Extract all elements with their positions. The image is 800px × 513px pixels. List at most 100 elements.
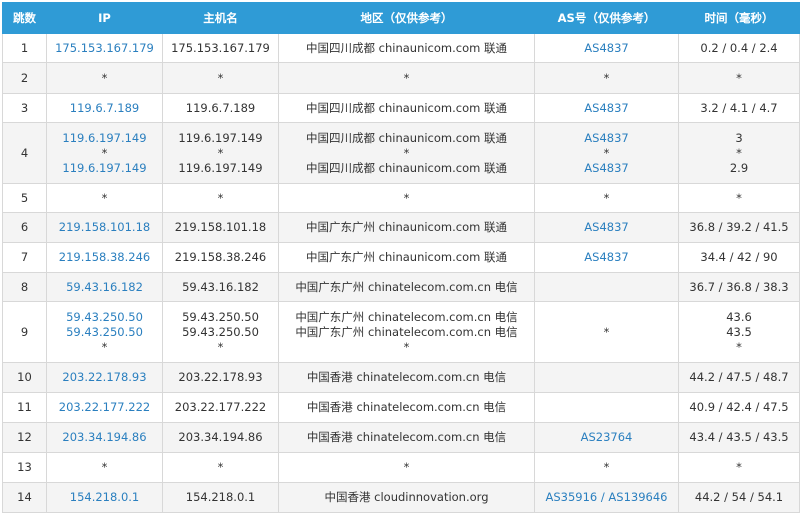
region-text-cell: 中国广东广州 chinaunicom.com 联通: [278, 212, 535, 243]
region-text: 中国四川成都 chinaunicom.com 联通: [305, 130, 507, 145]
hostname-cell: 203.22.177.222: [162, 392, 279, 423]
latency-values: *: [736, 145, 742, 160]
hostname: 59.43.250.50: [182, 309, 259, 324]
ip-address-link[interactable]: 59.43.250.50: [47, 325, 162, 340]
ip-address-link[interactable]: 175.153.167.179: [47, 41, 162, 56]
column-header-hostname: 主机名: [162, 2, 279, 34]
as-number-link[interactable]: AS23764: [535, 430, 678, 445]
latency-values: 36.7 / 36.8 / 38.3: [689, 279, 789, 294]
as-number-link[interactable]: AS4837: [535, 220, 678, 235]
region-text-cell: 中国广东广州 chinatelecom.com.cn 电信 中国广东广州 chin…: [278, 301, 535, 363]
as-number-link[interactable]: AS4837: [535, 101, 678, 116]
hostname-cell: 203.34.194.86: [162, 422, 279, 453]
latency-values: 44.2 / 54 / 54.1: [694, 490, 784, 504]
as-number-link[interactable]: AS35916 / AS139646: [535, 490, 678, 505]
table-row: 14 154.218.0.1 154.218.0.1 中国香港 cloudinnova…: [2, 482, 800, 513]
ip-address-link: *: [101, 190, 108, 205]
ip-address-link[interactable]: 119.6.7.189: [47, 101, 162, 116]
ip-address-link[interactable]: 154.218.0.1: [47, 490, 162, 505]
as-number-link[interactable]: AS4837: [535, 41, 678, 56]
latency-values: *: [736, 70, 742, 85]
ip-address-link[interactable]: 203.22.177.222: [47, 400, 162, 415]
region-text: *: [403, 190, 410, 205]
traceroute-table: 跳数 IP 主机名 地区（仅供参考） AS号（仅供参考） 时间（毫秒） 1 175…: [2, 2, 800, 513]
ip-address-link[interactable]: 119.6.197.149: [47, 131, 162, 146]
as-number-link-cell: AS4837: [534, 212, 679, 243]
table-row: 7 219.158.38.246 219.158.38.246 中国广东广州 chin…: [2, 242, 800, 273]
region-text: 中国广东广州 chinaunicom.com 联通: [305, 220, 507, 234]
as-number-link[interactable]: AS4837: [535, 250, 678, 265]
ip-address-link[interactable]: 219.158.38.246: [47, 250, 162, 265]
as-number-link[interactable]: AS4837: [535, 131, 678, 146]
column-header-time: 时间（毫秒）: [678, 2, 800, 34]
region-text: *: [403, 460, 410, 474]
hostname: 119.6.7.189: [185, 100, 256, 115]
latency-values: *: [736, 190, 742, 205]
hop-number: 8: [2, 272, 47, 302]
latency-values-cell: 43.6 43.5 *: [678, 301, 800, 363]
ip-address-link: *: [101, 339, 108, 354]
region-text-cell: *: [278, 183, 535, 213]
ip-address-link[interactable]: 59.43.250.50: [47, 310, 162, 325]
as-number-link-cell: *: [534, 62, 679, 94]
hop-number: 5: [2, 183, 47, 213]
ip-address-link[interactable]: 219.158.101.18: [47, 220, 162, 235]
region-text: *: [403, 145, 410, 160]
as-number-link-cell: [534, 272, 679, 302]
hostname: 119.6.197.149: [178, 160, 263, 175]
as-number-link[interactable]: AS4837: [535, 161, 678, 176]
region-text-cell: 中国香港 chinatelecom.com.cn 电信: [278, 362, 535, 393]
ip-address-link-cell: *: [46, 452, 163, 483]
as-number-link: *: [603, 190, 610, 205]
region-text: 中国四川成都 chinaunicom.com 联通: [305, 100, 507, 115]
latency-values: 0.2 / 0.4 / 2.4: [700, 40, 778, 55]
hostname: 203.34.194.86: [178, 430, 263, 444]
region-text: 中国四川成都 chinaunicom.com 联通: [305, 40, 507, 55]
hostname-cell: 154.218.0.1: [162, 482, 279, 513]
ip-address-link[interactable]: 203.22.178.93: [47, 370, 162, 385]
table-row: 9 59.43.250.50 59.43.250.50 * 59.43.250.50 59…: [2, 301, 800, 363]
hostname-cell: *: [162, 62, 279, 94]
traceroute-panel: 跳数 IP 主机名 地区（仅供参考） AS号（仅供参考） 时间（毫秒） 1 175…: [2, 2, 800, 513]
ip-address-link[interactable]: 59.43.16.182: [47, 280, 162, 295]
ip-address-link-cell: *: [46, 62, 163, 94]
table-header-row: 跳数 IP 主机名 地区（仅供参考） AS号（仅供参考） 时间（毫秒）: [2, 2, 800, 34]
ip-address-link[interactable]: 119.6.197.149: [47, 161, 162, 176]
ip-address-link: *: [101, 460, 108, 474]
table-row: 13 * * * * *: [2, 452, 800, 483]
as-number-link-cell: AS23764: [534, 422, 679, 453]
latency-values-cell: 44.2 / 54 / 54.1: [678, 482, 800, 513]
region-text-cell: 中国广东广州 chinatelecom.com.cn 电信: [278, 272, 535, 302]
latency-values: *: [736, 339, 742, 354]
region-text-cell: 中国香港 chinatelecom.com.cn 电信: [278, 392, 535, 423]
hop-number: 2: [2, 62, 47, 94]
latency-values-cell: 44.2 / 47.5 / 48.7: [678, 362, 800, 393]
hop-number: 3: [2, 93, 47, 123]
latency-values: 3.2 / 4.1 / 4.7: [700, 100, 778, 115]
latency-values: 43.4 / 43.5 / 43.5: [689, 430, 789, 444]
ip-address-link-cell: 203.22.178.93: [46, 362, 163, 393]
latency-values-cell: 36.7 / 36.8 / 38.3: [678, 272, 800, 302]
hostname-cell: 219.158.38.246: [162, 242, 279, 273]
as-number-link: *: [603, 324, 610, 339]
ip-address-link-cell: *: [46, 183, 163, 213]
latency-values: 43.6: [726, 309, 752, 324]
ip-address-link: *: [101, 145, 108, 160]
hostname: *: [217, 145, 224, 160]
column-header-as: AS号（仅供参考）: [534, 2, 679, 34]
hostname-cell: *: [162, 183, 279, 213]
latency-values: 2.9: [729, 160, 749, 175]
column-header-ip: IP: [46, 2, 163, 34]
latency-values-cell: *: [678, 62, 800, 94]
hostname: 203.22.177.222: [174, 400, 267, 414]
as-number-link-cell: *: [534, 301, 679, 363]
region-text-cell: *: [278, 452, 535, 483]
hop-number: 11: [2, 392, 47, 423]
hostname-cell: 219.158.101.18: [162, 212, 279, 243]
ip-address-link[interactable]: 203.34.194.86: [47, 430, 162, 445]
latency-values-cell: *: [678, 452, 800, 483]
region-text: 中国广东广州 chinaunicom.com 联通: [305, 250, 507, 264]
as-number-link-cell: AS4837: [534, 93, 679, 123]
region-text: 中国四川成都 chinaunicom.com 联通: [305, 160, 507, 175]
hop-number: 9: [2, 301, 47, 363]
